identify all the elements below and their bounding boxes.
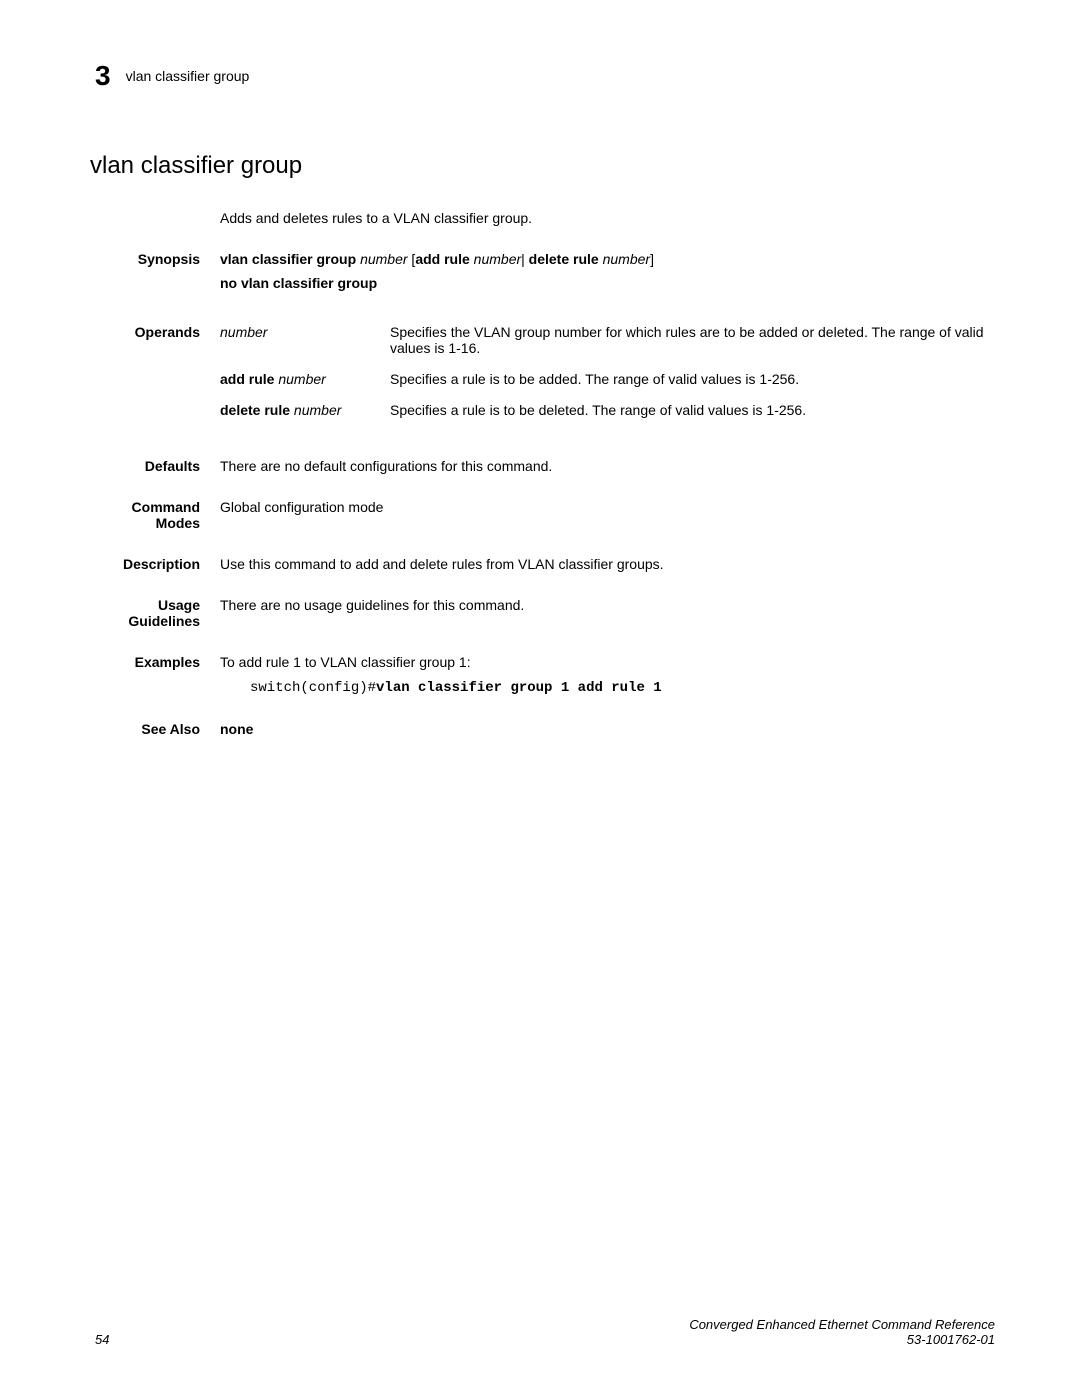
see-also-label: See Also [95,721,220,737]
operands-row: Operands number Specifies the VLAN group… [220,324,995,433]
command-modes-row: Command Modes Global configuration mode [220,499,995,531]
command-modes-label: Command Modes [95,499,220,531]
example-text: To add rule 1 to VLAN classifier group 1… [220,654,995,670]
description-row: Description Use this command to add and … [220,556,995,572]
synopsis-line-1: vlan classifier group number [add rule n… [220,251,995,267]
defaults-content: There are no default configurations for … [220,458,995,474]
see-also-row: See Also none [220,721,995,737]
description-content: Use this command to add and delete rules… [220,556,995,572]
header-title: vlan classifier group [126,68,250,84]
synopsis-label: Synopsis [95,251,220,299]
chapter-number: 3 [95,60,111,92]
usage-content: There are no usage guidelines for this c… [220,597,995,629]
operand-item: add rule number Specifies a rule is to b… [220,371,995,387]
examples-row: Examples To add rule 1 to VLAN classifie… [220,654,995,696]
operand-name: add rule number [220,371,390,387]
command-modes-content: Global configuration mode [220,499,995,531]
examples-content: To add rule 1 to VLAN classifier group 1… [220,654,995,696]
see-also-content: none [220,721,995,737]
intro-text: Adds and deletes rules to a VLAN classif… [220,210,995,226]
operand-name: delete rule number [220,402,390,418]
page-number: 54 [95,1332,109,1347]
defaults-row: Defaults There are no default configurat… [220,458,995,474]
operands-content: number Specifies the VLAN group number f… [220,324,995,433]
usage-row: Usage Guidelines There are no usage guid… [220,597,995,629]
operand-item: number Specifies the VLAN group number f… [220,324,995,356]
description-label: Description [95,556,220,572]
operand-desc: Specifies a rule is to be added. The ran… [390,371,995,387]
doc-info: Converged Enhanced Ethernet Command Refe… [689,1317,995,1347]
synopsis-line-2: no vlan classifier group [220,275,995,291]
operands-label: Operands [95,324,220,433]
defaults-label: Defaults [95,458,220,474]
examples-label: Examples [95,654,220,696]
usage-label: Usage Guidelines [95,597,220,629]
section-title: vlan classifier group [90,152,995,180]
operand-desc: Specifies a rule is to be deleted. The r… [390,402,995,418]
page-header: 3 vlan classifier group [95,60,995,92]
operand-item: delete rule number Specifies a rule is t… [220,402,995,418]
example-code: switch(config)#vlan classifier group 1 a… [250,680,995,696]
operand-desc: Specifies the VLAN group number for whic… [390,324,995,356]
page-footer: 54 Converged Enhanced Ethernet Command R… [95,1317,995,1347]
synopsis-row: Synopsis vlan classifier group number [a… [220,251,995,299]
synopsis-content: vlan classifier group number [add rule n… [220,251,995,299]
operand-name: number [220,324,390,356]
